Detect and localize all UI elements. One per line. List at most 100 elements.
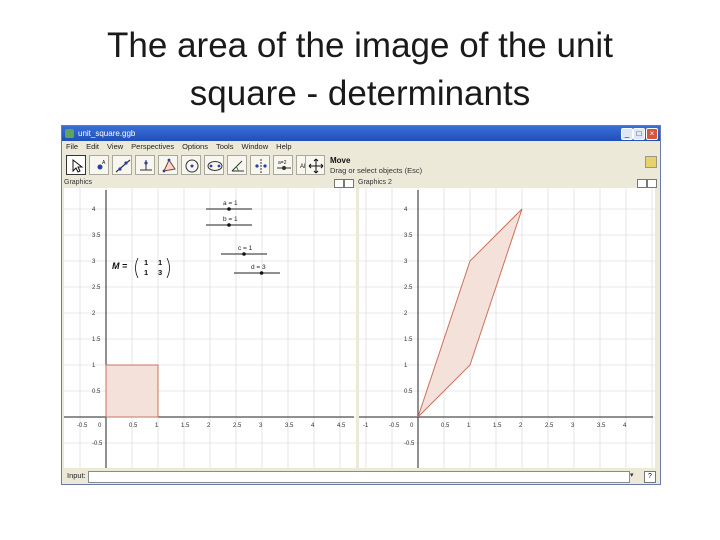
graphics-style-toggle[interactable] [334,179,344,188]
tool-angle[interactable] [227,155,247,175]
x-tick-label: 2 [519,423,523,429]
x-tick-label: 0 [98,423,102,429]
tool-perpendicular[interactable] [135,155,155,175]
slide-title: The area of the image of the unit square… [0,22,720,118]
minimize-button[interactable]: _ [621,128,633,140]
y-tick-label: 2 [404,311,408,317]
tool-reflect[interactable] [250,155,270,175]
tool-slider[interactable]: a=2 [273,155,293,175]
y-tick-label: 1 [92,363,96,369]
x-tick-label: 2 [207,423,211,429]
matrix-name: M = [112,261,128,271]
conic-icon [207,161,223,171]
slider-knob [227,207,231,211]
menu-tools[interactable]: Tools [212,141,238,153]
graphics2-panel-header: Graphics 2 [358,178,658,187]
y-tick-label: 3.5 [92,233,101,239]
svg-text:A: A [102,160,106,166]
x-tick-label: -1 [363,423,369,429]
matrix-entry: 1 [144,268,148,277]
circle-icon [185,159,199,173]
x-tick-label: 0.5 [129,423,138,429]
menu-window[interactable]: Window [237,141,272,153]
x-tick-label: -0.5 [389,423,400,429]
y-tick-label: 4 [92,207,96,213]
graphics-panel-header: Graphics [64,178,354,187]
menu-bar: File Edit View Perspectives Options Tools Wind… [62,141,660,153]
reflect-icon [255,159,267,173]
slider-knob [259,271,264,275]
x-tick-label: 2.5 [545,423,554,429]
menu-options[interactable]: Options [178,141,212,153]
x-tick-label: -0.5 [77,423,88,429]
point-icon: A [97,160,106,170]
maximize-button[interactable]: □ [633,128,645,140]
y-tick-label: 1 [404,363,408,369]
x-tick-label: 4 [311,423,315,429]
x-tick-label: 0.5 [441,423,450,429]
x-tick-label: 1 [155,423,159,429]
tool-point[interactable]: A [89,155,109,175]
menu-perspectives[interactable]: Perspectives [127,141,178,153]
undo-icon[interactable] [645,156,657,168]
x-tick-label: 3.5 [597,423,606,429]
matrix-entry: 1 [144,258,148,267]
mode-name: Move [330,156,351,165]
menu-view[interactable]: View [103,141,127,153]
y-tick-label: 1.5 [92,337,101,343]
x-tick-label: 3.5 [285,423,294,429]
move-icon [72,158,84,173]
close-button[interactable]: × [646,128,658,140]
input-help-button[interactable]: ? [644,471,656,483]
input-dropdown-icon[interactable]: ▾ [630,472,638,480]
slider-icon: a=2 [277,160,291,170]
x-tick-label: 3 [571,423,575,429]
y-tick-label: 4 [404,207,408,213]
graphics-view[interactable]: -0.500.511.522.533.544.5543.532.521.510.… [64,188,356,468]
slider-label: d = 3 [251,264,266,271]
slide-title-line-1: The area of the image of the unit [107,26,613,65]
y-tick-label: 3 [404,259,408,265]
input-field[interactable] [88,471,630,483]
tool-line[interactable] [112,155,132,175]
unit-square-shape [105,364,159,418]
slider-label: a = 1 [223,200,238,207]
x-tick-label: 1.5 [181,423,190,429]
x-tick-label: 2.5 [233,423,242,429]
slide-title-line-2: square - determinants [189,74,531,113]
menu-file[interactable]: File [62,141,82,153]
graphics2-style-toggle[interactable] [637,179,647,188]
window-title-bar[interactable]: unit_square.ggb _ □ × [62,126,660,141]
graphics2-view[interactable]: -1 -0.5 0 0.5 1 1.5 2 2.5 3 3.5 4 4 3.5 3 2.5 2 1.5 1 0.5 -… [359,188,655,468]
y-tick-label: -0.5 [92,441,103,447]
slider-tool-label: a=2 [278,160,287,166]
y-tick-label: 2.5 [92,285,101,291]
menu-edit[interactable]: Edit [82,141,103,153]
geogebra-window: unit_square.ggb _ □ × File Edit View Perspe… [61,125,661,485]
x-tick-label: 3 [259,423,263,429]
x-tick-label: 0 [410,423,414,429]
x-tick-label: 4.5 [337,423,346,429]
tool-move-view[interactable] [305,155,325,175]
y-tick-label: 0.5 [404,389,413,395]
tool-polygon[interactable] [158,155,178,175]
polygon-icon [162,158,176,173]
mode-hint: Drag or select objects (Esc) [330,166,423,175]
slider-knob [227,223,231,227]
perpendicular-icon [140,160,152,171]
app-icon [65,129,74,138]
y-tick-label: 2 [92,311,96,317]
x-tick-label: 4 [623,423,627,429]
y-tick-label: 3 [92,259,96,265]
graphics2-close-icon[interactable] [647,179,657,188]
graphics-close-icon[interactable] [344,179,354,188]
input-bar: Input: ▾ ? [62,469,660,483]
tool-conic[interactable] [204,155,224,175]
x-tick-label: 1 [467,423,471,429]
y-tick-label: 3.5 [404,233,413,239]
y-tick-label: -0.5 [404,441,415,447]
tool-move[interactable] [66,155,86,175]
graphics-panel-label: Graphics [64,179,93,186]
tool-circle[interactable] [181,155,201,175]
menu-help[interactable]: Help [272,141,295,153]
